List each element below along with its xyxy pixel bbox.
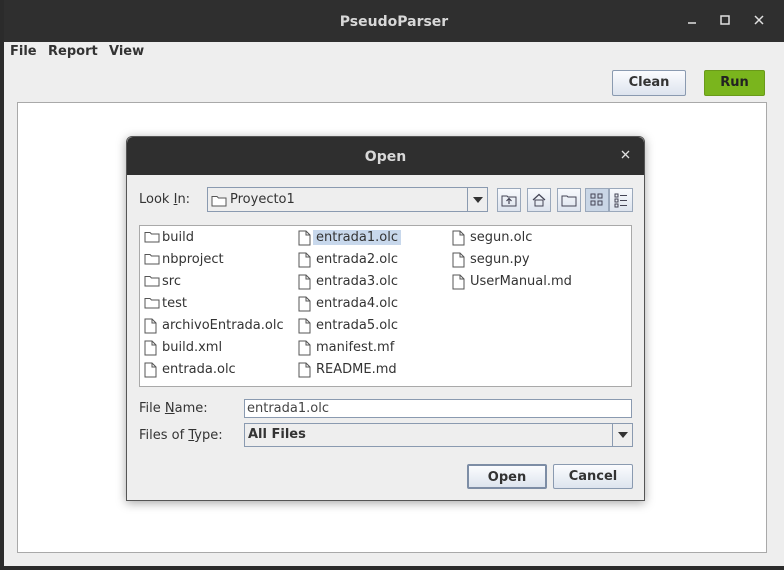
file-name-label: File Name: xyxy=(139,401,208,416)
file-name: entrada.olc xyxy=(162,362,236,377)
chevron-down-icon[interactable] xyxy=(467,188,487,211)
file-name: entrada2.olc xyxy=(316,252,398,267)
look-in-value: Proyecto1 xyxy=(230,192,295,207)
file-name: src xyxy=(162,274,181,289)
clean-button[interactable]: Clean xyxy=(612,70,686,96)
look-in-combo[interactable]: Proyecto1 xyxy=(207,187,488,212)
files-of-type-value: All Files xyxy=(248,427,306,442)
details-view-icon[interactable] xyxy=(609,188,633,212)
files-of-type-label: Files of Type: xyxy=(139,428,223,443)
file-name: UserManual.md xyxy=(470,274,572,289)
window-title: PseudoParser xyxy=(339,14,449,30)
open-dialog: Open Look In: Proyecto1 build nbproject sr… xyxy=(126,136,645,501)
folder-icon xyxy=(144,296,160,313)
file-name: README.md xyxy=(316,362,397,377)
file-name: build.xml xyxy=(162,340,223,355)
file-name: manifest.mf xyxy=(316,340,395,355)
file-name: nbproject xyxy=(162,252,224,267)
file-name: build xyxy=(162,230,194,245)
folder-icon xyxy=(144,252,160,269)
file-icon xyxy=(452,252,465,272)
list-view-icon[interactable] xyxy=(585,188,609,212)
title-bar[interactable]: PseudoParser xyxy=(4,0,784,42)
file-name: entrada1.olc xyxy=(313,230,401,245)
menu-view[interactable]: View xyxy=(109,44,144,59)
file-name: test xyxy=(162,296,187,311)
file-name: archivoEntrada.olc xyxy=(162,318,284,333)
dialog-title-bar[interactable]: Open xyxy=(127,137,644,175)
maximize-icon[interactable] xyxy=(716,11,734,29)
minimize-icon[interactable] xyxy=(683,11,701,29)
folder-icon xyxy=(211,194,227,211)
run-button[interactable]: Run xyxy=(704,70,765,96)
look-in-label: Look In: xyxy=(139,192,191,207)
file-name: segun.olc xyxy=(470,230,533,245)
file-icon xyxy=(298,252,311,272)
file-icon xyxy=(144,362,157,382)
dialog-close-icon[interactable] xyxy=(617,146,635,164)
close-icon[interactable] xyxy=(750,11,768,29)
menu-report[interactable]: Report xyxy=(48,44,98,59)
file-icon xyxy=(452,274,465,294)
file-list[interactable]: build nbproject src test archivoEntrada.olc b… xyxy=(139,225,632,387)
cancel-button[interactable]: Cancel xyxy=(553,464,633,489)
chevron-down-icon[interactable] xyxy=(612,424,632,446)
folder-icon xyxy=(144,230,160,247)
file-icon xyxy=(298,340,311,360)
file-name: entrada4.olc xyxy=(316,296,398,311)
files-of-type-combo[interactable]: All Files xyxy=(244,423,633,447)
file-icon xyxy=(298,296,311,316)
file-icon xyxy=(298,274,311,294)
dialog-title: Open xyxy=(364,149,407,165)
file-name: entrada3.olc xyxy=(316,274,398,289)
file-name-input[interactable] xyxy=(244,399,632,418)
file-icon xyxy=(144,318,157,338)
file-name: segun.py xyxy=(470,252,530,267)
file-icon xyxy=(144,340,157,360)
menu-file[interactable]: File xyxy=(10,44,37,59)
menu-bar: File Report View xyxy=(4,42,784,64)
home-icon[interactable] xyxy=(527,188,551,212)
file-icon xyxy=(298,318,311,338)
open-button[interactable]: Open xyxy=(467,464,547,489)
new-folder-icon[interactable] xyxy=(557,188,581,212)
file-name: entrada5.olc xyxy=(316,318,398,333)
up-one-level-icon[interactable] xyxy=(497,188,521,212)
file-icon xyxy=(452,230,465,250)
folder-icon xyxy=(144,274,160,291)
file-icon xyxy=(298,230,311,250)
file-icon xyxy=(298,362,311,382)
